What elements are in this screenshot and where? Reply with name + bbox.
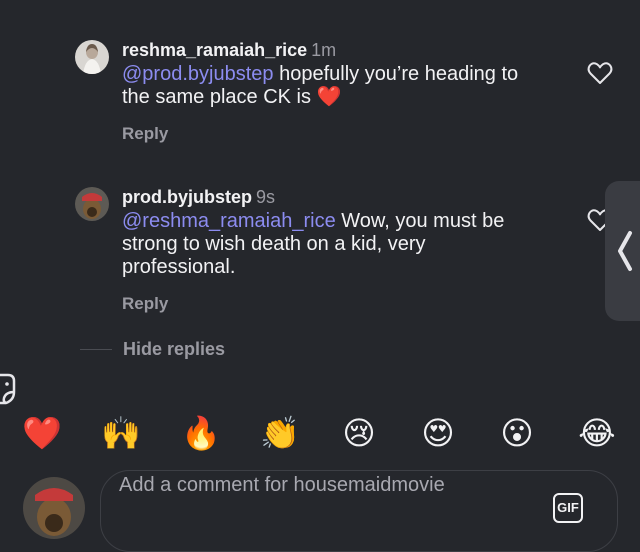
comment-mention[interactable]: @prod.byjubstep: [122, 63, 274, 85]
emoji-fire[interactable]: 🔥: [181, 413, 221, 453]
emoji-reaction-bar: ❤️ 🙌 🔥 👏 😢 😍 😮 😂: [0, 413, 640, 457]
emoji-clapping[interactable]: 👏: [260, 413, 300, 453]
avatar[interactable]: [75, 40, 109, 74]
comment-input[interactable]: [119, 471, 539, 499]
comment-mention[interactable]: @reshma_ramaiah_rice: [122, 210, 336, 232]
side-panel-handle[interactable]: [605, 181, 640, 321]
avatar[interactable]: [75, 187, 109, 221]
emoji-raised-hands[interactable]: 🙌: [101, 413, 141, 453]
chevron-left-icon: [618, 231, 632, 271]
reply-button[interactable]: Reply: [122, 124, 168, 144]
comment-username[interactable]: prod.byjubstep: [122, 187, 252, 207]
heart-emoji: ❤️: [316, 86, 342, 108]
heart-outline-icon[interactable]: [587, 61, 613, 85]
comment-composer: GIF: [100, 470, 618, 552]
emoji-laughing[interactable]: 😂: [577, 413, 617, 453]
divider: [80, 349, 112, 350]
comment-text: @reshma_ramaiah_rice Wow, you must be st…: [122, 210, 542, 279]
hide-replies-button[interactable]: Hide replies: [123, 339, 225, 360]
emoji-surprised[interactable]: 😮: [497, 413, 537, 453]
comment-username[interactable]: reshma_ramaiah_rice: [122, 40, 307, 60]
comment-header: reshma_ramaiah_rice 1m: [122, 40, 336, 61]
comment-time: 1m: [311, 40, 337, 60]
comment-header: prod.byjubstep 9s: [122, 187, 275, 208]
composer-avatar: [23, 477, 85, 539]
comment-time: 9s: [256, 187, 276, 207]
sticker-icon[interactable]: [0, 372, 16, 406]
comment-text: @prod.byjubstep hopefully you’re heading…: [122, 63, 542, 109]
emoji-heart-eyes[interactable]: 😍: [418, 413, 458, 453]
reply-button[interactable]: Reply: [122, 294, 168, 314]
emoji-heart[interactable]: ❤️: [22, 413, 62, 453]
gif-icon[interactable]: GIF: [553, 493, 583, 523]
emoji-crying[interactable]: 😢: [339, 413, 379, 453]
